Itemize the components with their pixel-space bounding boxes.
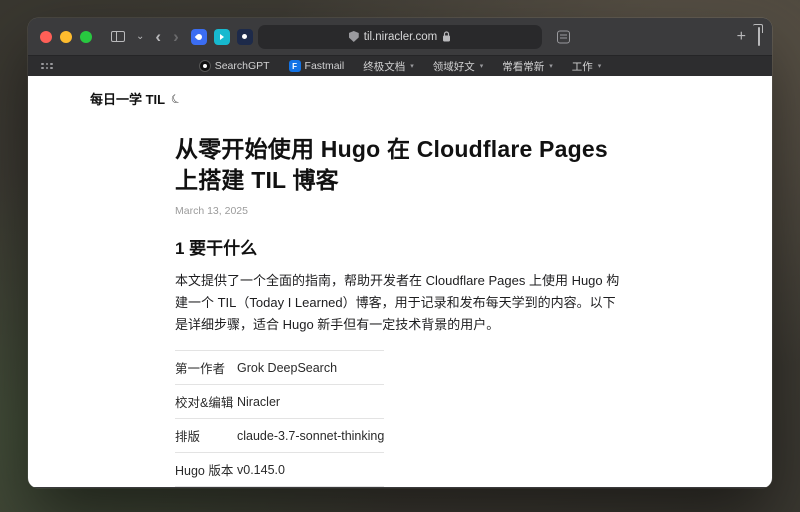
section-heading-1: 1 要干什么 (175, 234, 625, 259)
tabs-icon (758, 27, 760, 46)
favorite-label: Fastmail (305, 60, 345, 72)
favorite-label: SearchGPT (215, 60, 270, 72)
desktop: { "browser": { "url": "til.niracler.com"… (0, 0, 800, 512)
url-text: til.niracler.com (364, 31, 438, 43)
meta-value: Grok DeepSearch (237, 351, 384, 385)
page-settings-button[interactable] (552, 28, 575, 45)
favorite-fastmail[interactable]: F Fastmail (289, 60, 345, 72)
meta-key: 排版 (175, 419, 237, 453)
close-window-button[interactable] (40, 31, 52, 43)
favorites-bar: SearchGPT F Fastmail 终极文档 ▾ 领域好文 ▾ 常看常新 … (28, 55, 772, 76)
meta-key: Hugo 版本 (175, 453, 237, 487)
favorite-searchgpt[interactable]: SearchGPT (199, 60, 270, 72)
table-row: 排版 claude-3.7-sonnet-thinking (175, 419, 384, 453)
meta-value: v0.145.0 (237, 453, 384, 487)
sidebar-toggle-button[interactable] (106, 29, 130, 44)
caret-down-icon: ▾ (480, 62, 484, 70)
sidebar-icon (111, 31, 125, 42)
favorite-folder-evergreen[interactable]: 常看常新 ▾ (502, 59, 553, 74)
meta-key: 第一作者 (175, 351, 237, 385)
traffic-lights (40, 31, 92, 43)
reader-icon (557, 30, 570, 43)
article-paragraph: 本文提供了一个全面的指南，帮助开发者在 Cloudflare Pages 上使用… (175, 270, 625, 336)
favorite-folder-docs[interactable]: 终极文档 ▾ (363, 59, 414, 74)
caret-down-icon: ▾ (410, 62, 414, 70)
table-row: 第一作者 Grok DeepSearch (175, 351, 384, 385)
caret-down-icon: ▾ (598, 62, 602, 70)
browser-window: ⌄ ‹ › til.niracler.com + (28, 18, 772, 488)
meta-key: 校对&编辑 (175, 385, 237, 419)
favorites-grid-icon[interactable] (41, 63, 53, 70)
web-page: 每日一学 TIL ☾ 从零开始使用 Hugo 在 Cloudflare Page… (28, 76, 772, 487)
article: 从零开始使用 Hugo 在 Cloudflare Pages 上搭建 TIL 博… (175, 76, 625, 488)
table-row: 校对&编辑 Niracler (175, 385, 384, 419)
bookmark-extension-icon[interactable] (191, 29, 207, 45)
favorite-folder-articles[interactable]: 领域好文 ▾ (433, 59, 484, 74)
address-bar[interactable]: til.niracler.com (258, 25, 542, 49)
site-title-link[interactable]: 每日一学 TIL (90, 89, 165, 108)
zoom-window-button[interactable] (80, 31, 92, 43)
site-header: 每日一学 TIL ☾ (90, 89, 182, 108)
forward-button[interactable]: › (167, 28, 185, 45)
meta-value: Niracler (237, 385, 384, 419)
tab-group-chevron-icon[interactable]: ⌄ (131, 30, 149, 44)
favorite-folder-work[interactable]: 工作 ▾ (572, 59, 602, 74)
toolbar-right: + (737, 18, 760, 55)
cursor-extension-icon[interactable] (214, 29, 230, 45)
minimize-window-button[interactable] (60, 31, 72, 43)
back-button[interactable]: ‹ (149, 28, 167, 45)
table-row: Hugo 版本 v0.145.0 (175, 453, 384, 487)
searchgpt-icon (199, 60, 211, 72)
dark-extension-icon[interactable] (237, 29, 253, 45)
favorite-label: 工作 (572, 59, 593, 74)
tab-overview-button[interactable] (758, 28, 760, 46)
caret-down-icon: ▾ (549, 62, 553, 70)
favorite-label: 常看常新 (502, 59, 544, 74)
privacy-shield-icon (349, 31, 359, 42)
favorite-label: 终极文档 (363, 59, 405, 74)
title-bar: ⌄ ‹ › til.niracler.com + (28, 18, 772, 55)
favorite-label: 领域好文 (433, 59, 475, 74)
new-tab-button[interactable]: + (737, 28, 746, 46)
article-date: March 13, 2025 (175, 205, 625, 217)
lock-icon (442, 31, 451, 42)
article-title: 从零开始使用 Hugo 在 Cloudflare Pages 上搭建 TIL 博… (175, 134, 625, 196)
fastmail-icon: F (289, 60, 301, 72)
meta-value: claude-3.7-sonnet-thinking (237, 419, 384, 453)
meta-table: 第一作者 Grok DeepSearch 校对&编辑 Niracler 排版 c… (175, 350, 384, 487)
